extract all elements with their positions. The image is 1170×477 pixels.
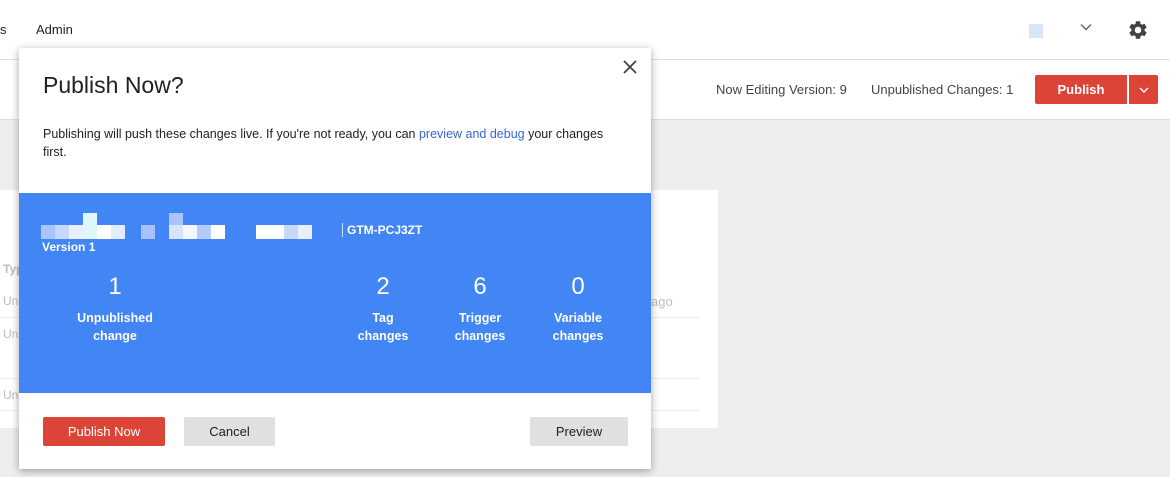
stat-label: Tag changes [357,311,409,343]
stat-trigger-changes: 6 Trigger changes [445,273,515,345]
close-icon[interactable] [622,59,638,75]
stat-variable-changes: 0 Variable changes [543,273,613,345]
description-text: Publishing will push these changes live.… [43,127,419,141]
table-row-type: Un [3,388,19,402]
publish-button[interactable]: Publish [1035,75,1127,104]
stat-unpublished-changes: 1 Unpublished change [65,273,165,345]
publish-dialog: Publish Now? Publishing will push these … [19,48,651,469]
chevron-down-icon[interactable] [1079,20,1093,34]
table-row-type: Un [3,327,19,341]
nav-item-admin[interactable]: Admin [36,22,73,37]
stat-value: 2 [376,273,390,300]
preview-and-debug-link[interactable]: preview and debug [419,127,525,141]
publish-now-button[interactable]: Publish Now [43,417,165,446]
gear-icon[interactable] [1127,19,1149,41]
account-avatar[interactable] [1029,24,1043,38]
publish-dropdown-button[interactable] [1129,75,1158,104]
preview-button[interactable]: Preview [530,417,628,446]
container-id: GTM-PCJ3ZT [342,223,422,237]
version-label: Version 1 [42,240,96,254]
stat-tag-changes: 2 Tag changes [348,273,418,345]
cancel-button[interactable]: Cancel [184,417,275,446]
stat-label: Trigger changes [454,311,506,343]
now-editing-version: Now Editing Version: 9 [716,82,847,97]
stat-value: 0 [571,273,585,300]
nav-item-partial[interactable]: s [0,22,7,37]
table-row-time: ago [651,294,673,309]
stat-value: 6 [473,273,487,300]
stat-label: Unpublished change [77,311,153,343]
stat-label: Variable changes [552,311,604,343]
dialog-title: Publish Now? [43,72,184,98]
changes-summary-panel: GTM-PCJ3ZT Version 1 1 Unpublished chang… [19,193,651,393]
table-row-type: Un [3,294,19,308]
stat-value: 1 [108,273,122,300]
chevron-down-icon [1139,87,1148,93]
dialog-description: Publishing will push these changes live.… [43,125,628,161]
unpublished-changes-count[interactable]: Unpublished Changes: 1 [871,82,1013,97]
